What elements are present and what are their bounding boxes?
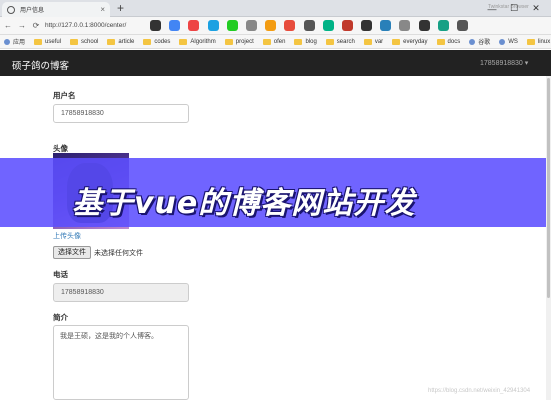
window-controls: — ☐ ✕ — [481, 0, 547, 17]
bookmark-12[interactable]: docs — [436, 38, 461, 45]
folder-icon — [107, 38, 116, 45]
folder-icon — [179, 38, 188, 45]
bookmark-1[interactable]: useful — [34, 38, 62, 45]
bookmark-label: ofen — [273, 38, 286, 45]
browser-tab[interactable]: 用户信息 × — [2, 2, 110, 17]
extension-icon[interactable] — [303, 20, 315, 31]
extension-icon[interactable] — [418, 20, 430, 31]
extension-icon[interactable] — [226, 20, 238, 31]
extension-icon[interactable] — [322, 20, 334, 31]
bookmark-label: linux — [537, 38, 551, 45]
folder-icon — [392, 38, 401, 45]
extension-icon[interactable] — [245, 20, 257, 31]
bookmark-13[interactable]: 谷歌 — [469, 37, 490, 46]
page-scrollbar[interactable] — [546, 76, 551, 400]
bookmark-label: docs — [447, 38, 461, 45]
bookmark-label: codes — [154, 38, 171, 45]
extension-icon[interactable] — [188, 20, 200, 31]
bookmark-2[interactable]: school — [70, 38, 99, 45]
minimize-button[interactable]: — — [481, 0, 503, 17]
ws-icon — [499, 38, 506, 45]
bookmark-7[interactable]: ofen — [262, 38, 286, 45]
bookmark-label: Algorithm — [190, 38, 216, 45]
scrollbar-thumb[interactable] — [547, 78, 550, 298]
username-input[interactable]: 17858918830 — [53, 104, 189, 123]
bookmark-label: 应用 — [13, 40, 26, 46]
bookmark-label: article — [118, 38, 135, 45]
promo-banner-text: 基于vue的博客网站开发 — [72, 186, 416, 221]
bookmark-label: blog — [305, 38, 317, 45]
folder-icon — [70, 38, 79, 45]
extension-toolbar — [150, 20, 476, 31]
site-navbar: 硕子鸽の博客 17858918830 ▾ — [0, 50, 551, 76]
forward-icon[interactable]: → — [16, 21, 28, 30]
username-label: 用户名 — [53, 91, 76, 100]
watermark-text: https://blog.csdn.net/weixin_42941304 — [428, 388, 531, 394]
bookmark-3[interactable]: article — [107, 38, 135, 45]
extension-icon[interactable] — [457, 20, 468, 31]
extension-icon[interactable] — [150, 20, 161, 31]
folder-icon — [262, 38, 271, 45]
bookmark-4[interactable]: codes — [143, 38, 171, 45]
bookmark-label: school — [81, 38, 99, 45]
close-window-button[interactable]: ✕ — [525, 0, 547, 17]
address-bar: ← → ⟳ http://127.0.0.1:8000/center/ — [0, 17, 551, 35]
upload-avatar-link[interactable]: 上传头像 — [53, 231, 81, 241]
bookmark-label: useful — [45, 38, 62, 45]
site-brand[interactable]: 硕子鸽の博客 — [12, 58, 69, 72]
bookmark-9[interactable]: search — [325, 38, 355, 45]
folder-icon — [363, 38, 372, 45]
folder-icon — [526, 38, 535, 45]
file-status-text: 未选择任何文件 — [94, 250, 143, 257]
extension-icon[interactable] — [380, 20, 392, 31]
folder-icon — [224, 38, 233, 45]
bookmark-label: everyday — [403, 38, 428, 45]
folder-icon — [436, 38, 445, 45]
bookmark-6[interactable]: project — [224, 38, 254, 45]
bookmark-0[interactable]: 应用 — [4, 37, 25, 46]
maximize-button[interactable]: ☐ — [503, 0, 525, 17]
phone-label: 电话 — [53, 270, 68, 279]
bookmark-label: search — [336, 38, 355, 45]
intro-label: 简介 — [53, 313, 68, 322]
bookmark-11[interactable]: everyday — [392, 38, 428, 45]
extension-icon[interactable] — [341, 20, 353, 31]
phone-input[interactable]: 17858918830 — [53, 283, 189, 302]
bookmark-label: WS — [508, 38, 518, 45]
tab-title: 用户信息 — [20, 8, 45, 14]
extension-icon[interactable] — [284, 20, 296, 31]
extension-icon[interactable] — [361, 20, 373, 31]
new-tab-button[interactable]: + — [117, 2, 124, 14]
bookmark-5[interactable]: Algorithm — [179, 38, 216, 45]
reload-icon[interactable]: ⟳ — [30, 21, 42, 30]
bookmark-label: project — [235, 38, 254, 45]
bookmark-label: var — [374, 38, 384, 45]
folder-icon — [325, 38, 334, 45]
bookmark-8[interactable]: blog — [294, 38, 317, 45]
close-tab-icon[interactable]: × — [100, 5, 105, 14]
globe-icon — [7, 5, 15, 14]
folder-icon — [294, 38, 303, 45]
intro-textarea[interactable]: 我是王硕，这是我的个人博客。 — [53, 325, 189, 400]
extension-icon[interactable] — [399, 20, 411, 31]
choose-file-button[interactable]: 选择文件 — [53, 246, 91, 259]
bookmark-14[interactable]: WS — [499, 38, 518, 45]
back-icon[interactable]: ← — [2, 21, 14, 30]
bookmark-label: 谷歌 — [478, 40, 491, 46]
bookmarks-bar: 应用 useful school article codes Algorithm proje… — [0, 35, 551, 49]
extension-icon[interactable] — [169, 20, 181, 31]
bookmark-15[interactable]: linux — [526, 38, 551, 45]
extension-icon[interactable] — [265, 20, 277, 31]
user-dropdown[interactable]: 17858918830 ▾ — [480, 59, 528, 67]
extension-icon[interactable] — [207, 20, 219, 31]
bookmark-10[interactable]: var — [363, 38, 384, 45]
google-icon — [469, 38, 476, 45]
extension-icon[interactable] — [437, 20, 449, 31]
apps-icon — [4, 38, 10, 45]
folder-icon — [34, 38, 43, 45]
url-field[interactable]: http://127.0.0.1:8000/center/ — [45, 22, 126, 29]
tab-strip: 用户信息 × + Twinkstar Browser — ☐ ✕ — [0, 0, 551, 17]
folder-icon — [143, 38, 152, 45]
